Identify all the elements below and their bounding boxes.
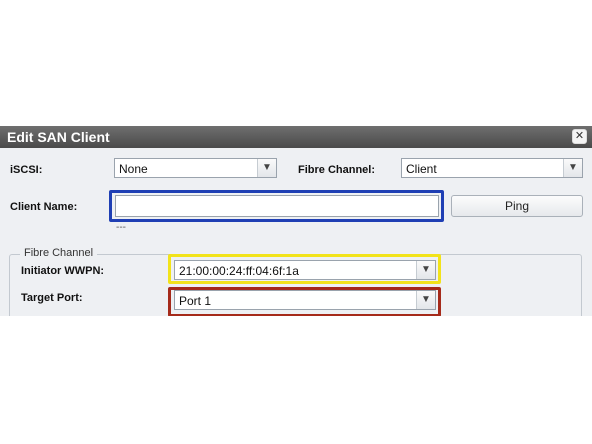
client-name-input[interactable]: [115, 195, 439, 217]
target-port-select[interactable]: Port 1 ▼: [174, 290, 436, 310]
fibre-channel-select-value: Client: [406, 162, 437, 176]
initiator-wwpn-select[interactable]: 21:00:00:24:ff:04:6f:1a ▼: [174, 260, 436, 280]
client-name-hint: ---: [116, 222, 126, 233]
target-port-label: Target Port:: [21, 292, 83, 304]
fibre-channel-label: Fibre Channel:: [298, 164, 376, 176]
dialog-titlebar: Edit SAN Client ✕: [0, 126, 592, 148]
initiator-wwpn-value: 21:00:00:24:ff:04:6f:1a: [179, 264, 299, 278]
chevron-down-icon[interactable]: ▼: [416, 261, 435, 279]
iscsi-select-value: None: [119, 162, 148, 176]
iscsi-label: iSCSI:: [10, 164, 43, 176]
fibre-channel-select[interactable]: Client ▼: [401, 158, 583, 178]
chevron-down-icon[interactable]: ▼: [416, 291, 435, 309]
chevron-down-icon[interactable]: ▼: [563, 159, 582, 177]
initiator-wwpn-label: Initiator WWPN:: [21, 265, 105, 277]
ping-button-label: Ping: [504, 199, 530, 213]
close-icon[interactable]: ✕: [572, 129, 587, 144]
iscsi-select[interactable]: None ▼: [114, 158, 277, 178]
client-name-label: Client Name:: [10, 201, 78, 213]
fibre-channel-group-legend: Fibre Channel: [20, 247, 98, 259]
chevron-down-icon[interactable]: ▼: [257, 159, 276, 177]
edit-san-client-dialog: Edit SAN Client ✕ iSCSI: None ▼ Fibre Ch…: [0, 126, 592, 316]
target-port-value: Port 1: [179, 294, 212, 308]
dialog-title: Edit SAN Client: [7, 129, 110, 145]
ping-button[interactable]: Ping: [451, 195, 583, 217]
